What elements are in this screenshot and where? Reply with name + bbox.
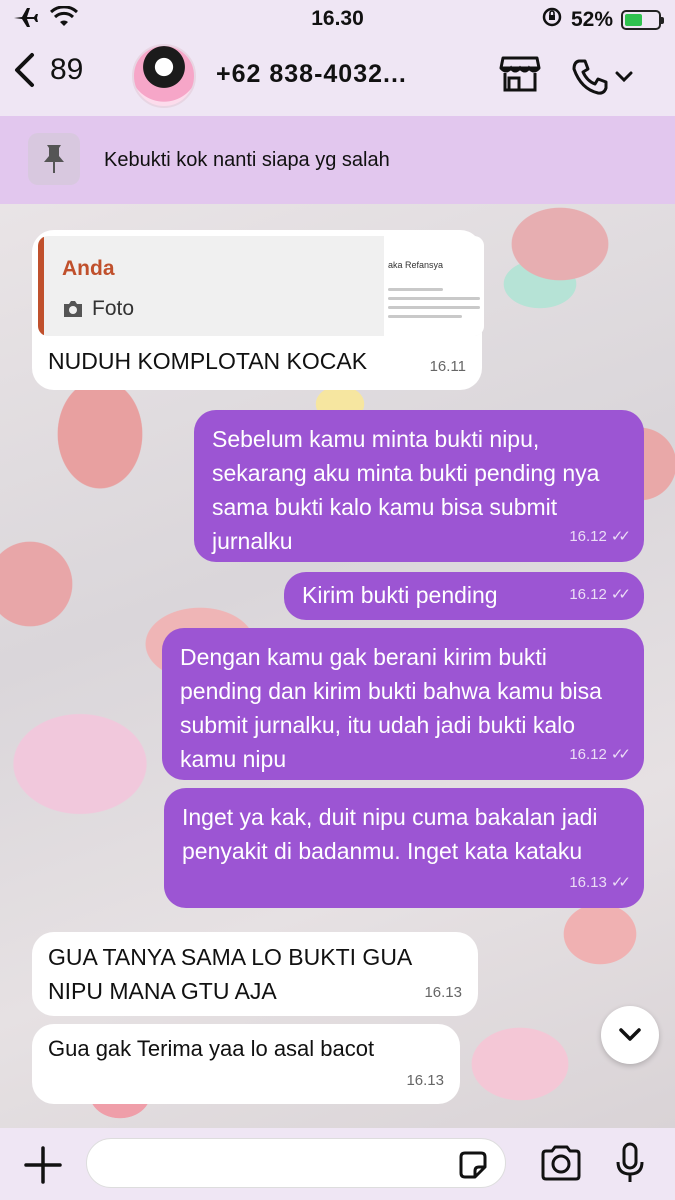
camera-icon [64, 301, 82, 317]
phone-icon[interactable] [571, 58, 633, 96]
message-bubble-incoming[interactable]: Anda Foto aka Refansya NUDUH KOMPLOTAN K… [32, 230, 484, 390]
pin-icon [28, 133, 80, 185]
read-ticks-icon: ✓✓ [610, 874, 631, 891]
pinned-text: Kebukti kok nanti siapa yg salah [104, 149, 390, 171]
back-count: 89 [50, 53, 84, 86]
message-text: NUDUH KOMPLOTAN KOCAK [48, 348, 368, 374]
message-time: 16.13 [569, 874, 607, 891]
message-text: Dengan kamu gak berani kirim bukti pendi… [180, 644, 602, 772]
quote-type: Foto [92, 297, 135, 320]
scroll-to-bottom-button[interactable] [601, 1006, 659, 1064]
status-bar: 16.30 52% [0, 0, 675, 38]
message-text: Gua gak Terima yaa lo asal bacot [48, 1036, 375, 1061]
read-ticks-icon: ✓✓ [610, 746, 631, 763]
chat-area[interactable]: Anda Foto aka Refansya NUDUH KOMPLOTAN K… [0, 204, 675, 1128]
quote-author: Anda [62, 257, 115, 280]
battery-icon [621, 10, 664, 30]
chevron-down-icon [615, 71, 633, 82]
avatar[interactable] [132, 44, 196, 108]
battery-percent: 52% [570, 8, 613, 31]
composer-bar [0, 1128, 675, 1200]
quote-thumbnail: aka Refansya [384, 236, 484, 336]
chevron-down-icon [619, 1028, 641, 1041]
thumbnail-title: aka Refansya [388, 260, 444, 270]
message-text: GUA TANYA SAMA LO BUKTI GUA NIPU MANA GT… [48, 944, 412, 1004]
chat-header: 89 +62 838-4032... [0, 40, 675, 114]
rotation-lock-icon [541, 6, 563, 34]
message-bubble-incoming[interactable]: GUA TANYA SAMA LO BUKTI GUA NIPU MANA GT… [32, 932, 478, 1016]
pinned-message[interactable]: Kebukti kok nanti siapa yg salah [0, 116, 675, 204]
quoted-message[interactable]: Anda Foto aka Refansya [38, 236, 484, 336]
top-bar: 16.30 52% 89 +62 838-4032... [0, 0, 675, 116]
sticker-icon[interactable] [457, 1149, 489, 1186]
message-input[interactable] [86, 1138, 506, 1188]
message-time: 16.13 [406, 1072, 444, 1089]
message-bubble-outgoing[interactable]: Sebelum kamu minta bukti nipu, sekarang … [194, 410, 644, 562]
message-time: 16.11 [429, 358, 466, 375]
mic-icon[interactable] [614, 1142, 646, 1189]
back-chevron-icon [15, 53, 34, 87]
store-icon[interactable] [499, 54, 541, 99]
message-bubble-outgoing[interactable]: Dengan kamu gak berani kirim bukti pendi… [162, 628, 644, 780]
message-bubble-outgoing[interactable]: Kirim bukti pending 16.12 ✓✓ [284, 572, 644, 620]
contact-name[interactable]: +62 838-4032... [216, 60, 407, 89]
message-time: 16.13 [424, 984, 462, 1001]
message-bubble-incoming[interactable]: Gua gak Terima yaa lo asal bacot 16.13 [32, 1024, 460, 1104]
message-time: 16.12 [569, 746, 607, 763]
plus-icon[interactable] [24, 1146, 62, 1189]
read-ticks-icon: ✓✓ [610, 586, 631, 603]
read-ticks-icon: ✓✓ [610, 528, 631, 545]
message-time: 16.12 [569, 586, 607, 603]
message-text: Inget ya kak, duit nipu cuma bakalan jad… [182, 804, 598, 864]
camera-icon[interactable] [540, 1144, 582, 1187]
back-button[interactable]: 89 [12, 52, 83, 88]
message-time: 16.12 [569, 528, 607, 545]
message-bubble-outgoing[interactable]: Inget ya kak, duit nipu cuma bakalan jad… [164, 788, 644, 908]
quote-accent-bar [38, 236, 44, 336]
